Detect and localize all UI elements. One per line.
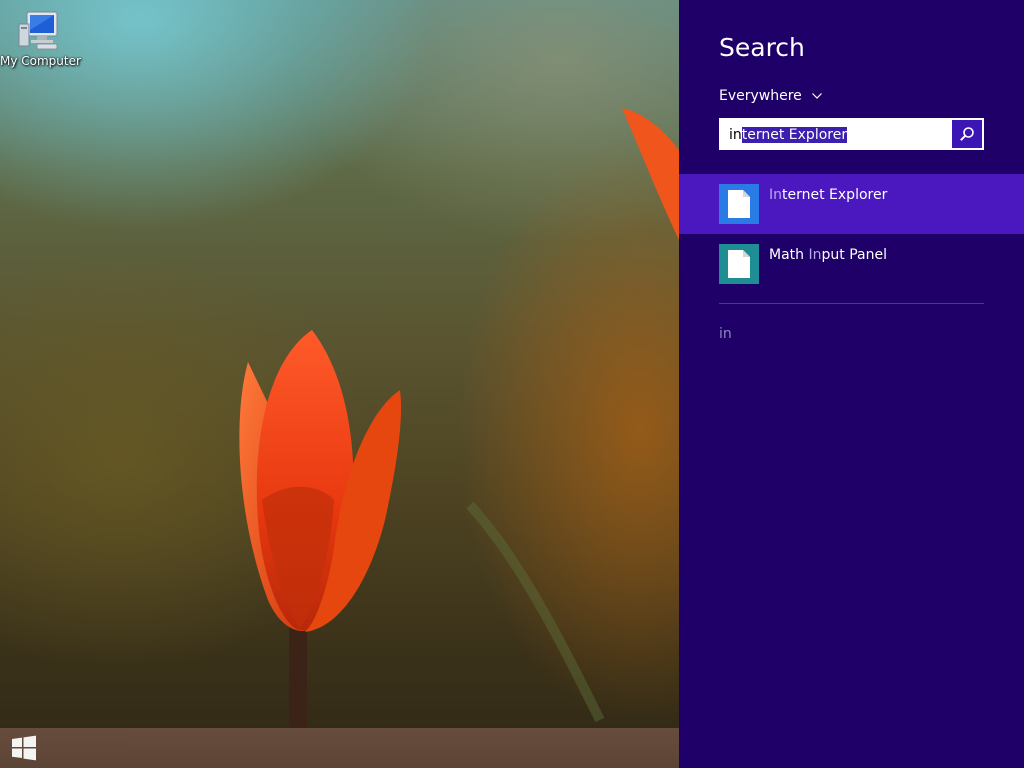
search-scope-label: Everywhere bbox=[719, 88, 802, 104]
search-input[interactable]: internet Explorer bbox=[719, 118, 984, 150]
search-result-math-input-panel[interactable]: Math Input Panel bbox=[679, 234, 1024, 294]
tulip-wallpaper bbox=[239, 108, 679, 732]
search-icon bbox=[960, 127, 974, 141]
search-charm: Search Everywhere internet Explorer Inte… bbox=[679, 0, 1024, 768]
search-suggestion[interactable]: in bbox=[719, 326, 732, 342]
app-tile bbox=[719, 244, 759, 284]
search-query-autocomplete: ternet Explorer bbox=[741, 127, 848, 143]
taskbar bbox=[0, 728, 679, 768]
search-input-text: internet Explorer bbox=[729, 126, 848, 144]
document-icon bbox=[728, 250, 750, 278]
desktop[interactable]: My Computer bbox=[0, 0, 679, 768]
computer-icon bbox=[17, 8, 63, 54]
search-result-label: Internet Explorer bbox=[769, 187, 887, 203]
result-match-text: In bbox=[808, 247, 822, 263]
search-result-label: Math Input Panel bbox=[769, 247, 887, 263]
search-scope-dropdown[interactable]: Everywhere bbox=[719, 86, 822, 106]
result-rest-text: ternet Explorer bbox=[782, 187, 888, 203]
result-prefix-text: Math bbox=[769, 247, 809, 263]
charm-title: Search bbox=[719, 33, 805, 62]
search-button[interactable] bbox=[952, 120, 982, 148]
results-divider bbox=[719, 303, 984, 304]
screen: My Computer Search Everywhere internet E… bbox=[0, 0, 1024, 768]
search-result-internet-explorer[interactable]: Internet Explorer bbox=[679, 174, 1024, 234]
app-tile bbox=[719, 184, 759, 224]
result-match-text: In bbox=[769, 187, 783, 203]
desktop-icon-label: My Computer bbox=[0, 54, 81, 68]
desktop-icon-my-computer[interactable]: My Computer bbox=[0, 8, 81, 68]
search-query-typed: in bbox=[729, 127, 742, 143]
windows-logo-icon bbox=[12, 735, 36, 761]
chevron-down-icon bbox=[811, 91, 822, 101]
document-icon bbox=[728, 190, 750, 218]
start-button[interactable] bbox=[0, 728, 48, 768]
result-rest-text: put Panel bbox=[821, 247, 887, 263]
